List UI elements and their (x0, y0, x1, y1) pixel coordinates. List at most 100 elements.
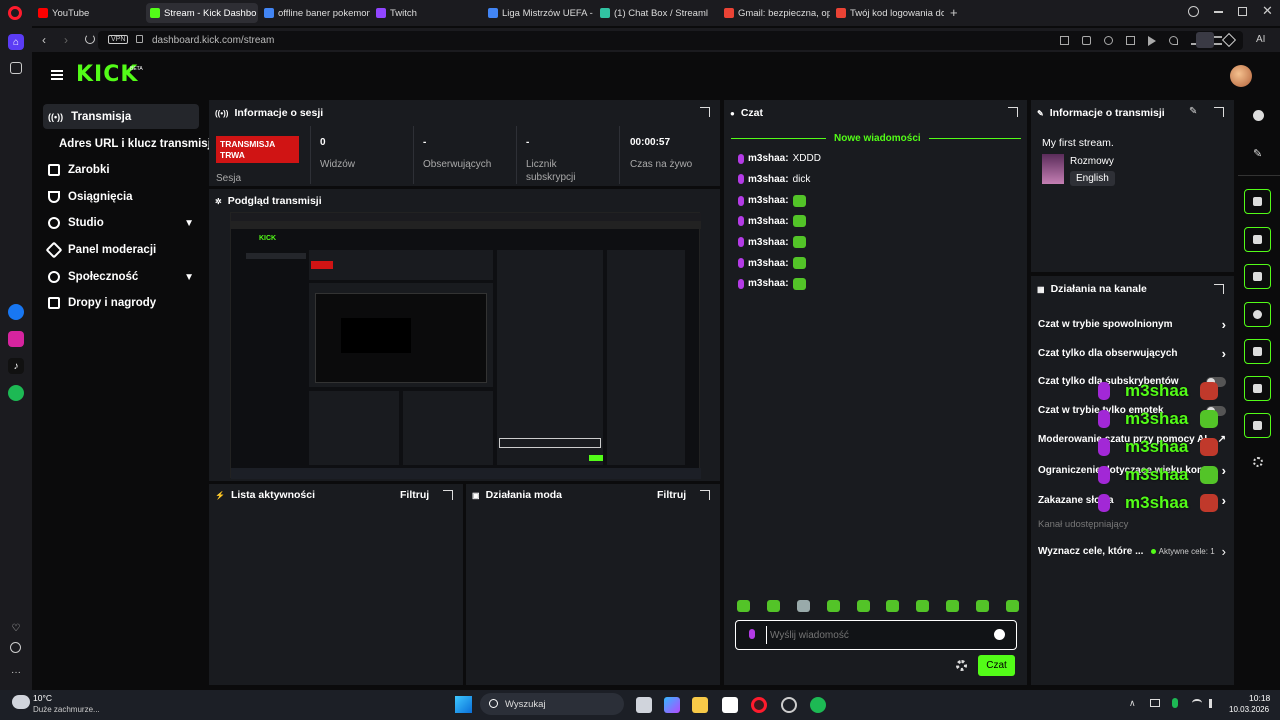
nav-dropy[interactable]: Dropy i nagrody (48, 297, 156, 309)
tool-button-raid[interactable] (1244, 227, 1271, 252)
emote-button[interactable] (737, 600, 750, 612)
tool-button-notes[interactable] (1244, 264, 1271, 289)
spotify-icon[interactable] (8, 385, 24, 401)
tool-button-actions[interactable] (1244, 376, 1271, 401)
tab-twitch[interactable]: Twitch (372, 3, 482, 23)
chat-input[interactable] (766, 626, 986, 644)
emote-button[interactable] (916, 600, 930, 612)
task-view-icon[interactable] (636, 697, 652, 713)
url-text[interactable]: dashboard.kick.com/stream (152, 35, 274, 46)
expand-icon[interactable] (1214, 284, 1224, 294)
emote-button[interactable] (976, 600, 989, 612)
expand-icon[interactable] (443, 490, 453, 500)
hamburger-icon[interactable] (51, 70, 63, 80)
chat-username[interactable]: m3shaa: (748, 153, 789, 164)
chat-message[interactable]: m3shaa: (738, 194, 806, 207)
pen-icon[interactable]: ✎ (1253, 147, 1262, 160)
info-icon[interactable] (1253, 110, 1264, 121)
more-tools-icon[interactable] (1253, 457, 1263, 467)
nav-zarobki[interactable]: Zarobki (48, 164, 110, 176)
copilot-icon[interactable] (664, 697, 680, 713)
tool-button-settings[interactable] (1244, 413, 1271, 438)
chat-username[interactable]: m3shaa: (748, 216, 789, 227)
tray-chevron-icon[interactable]: ∧ (1129, 698, 1136, 709)
chat-message[interactable]: m3shaa: dick (738, 174, 810, 185)
emote-button[interactable] (886, 600, 900, 612)
emote-button[interactable] (796, 600, 810, 612)
tab-youtube[interactable]: YouTube (34, 3, 144, 23)
chat-username[interactable]: m3shaa: (748, 278, 789, 289)
nav-panel-moderacji[interactable]: Panel moderacji (45, 241, 156, 259)
new-tab-button[interactable]: + (950, 5, 958, 20)
instagram-icon[interactable] (8, 331, 24, 347)
chat-message[interactable]: m3shaa: XDDD (738, 153, 821, 164)
expand-icon[interactable] (1008, 107, 1018, 117)
taskbar-search[interactable] (480, 693, 624, 715)
clock-date[interactable]: 10.03.2026 (1229, 705, 1269, 714)
chat-username[interactable]: m3shaa: (748, 195, 789, 206)
expand-icon[interactable] (1214, 107, 1224, 117)
forward-icon[interactable]: › (64, 33, 68, 47)
cube-icon[interactable] (1126, 36, 1135, 45)
chat-username[interactable]: m3shaa: (748, 174, 789, 185)
emote-button[interactable] (946, 600, 960, 612)
chat-send-button[interactable]: Czat (978, 655, 1015, 676)
tab-gmail-2[interactable]: Twój kod logowania do Sp (832, 3, 944, 23)
nav-spolecznosc[interactable]: Społeczność ▼ (48, 271, 194, 283)
chat-message[interactable]: m3shaa: (738, 277, 806, 290)
nav-stream-key[interactable]: Adres URL i klucz transmisji (59, 138, 214, 150)
maximize-button[interactable] (1238, 7, 1247, 16)
windows-start-icon[interactable] (455, 696, 472, 713)
weather-temp[interactable]: 10°C (33, 693, 52, 703)
volume-icon[interactable] (1209, 699, 1219, 708)
tab-uefa[interactable]: Liga Mistrzów UEFA - Szu (484, 3, 594, 23)
tool-button-chat[interactable] (1244, 302, 1271, 327)
mic-tray-icon[interactable] (1172, 698, 1178, 708)
opera-logo-icon[interactable] (8, 6, 22, 20)
back-icon[interactable]: ‹ (42, 33, 46, 47)
wifi-icon[interactable] (1192, 699, 1202, 707)
opera-taskbar-icon[interactable] (751, 697, 767, 713)
heart-outline-icon[interactable] (1169, 36, 1178, 45)
history-icon[interactable] (10, 642, 21, 653)
emote-button[interactable] (766, 600, 780, 612)
search-tabs-icon[interactable] (1188, 6, 1199, 17)
chat-message[interactable]: m3shaa: (738, 257, 806, 269)
tool-button-clip[interactable] (1244, 189, 1271, 214)
settings-icon[interactable] (956, 660, 967, 671)
emote-button[interactable] (826, 600, 840, 612)
shield-icon[interactable] (1104, 36, 1113, 45)
tool-button-broadcast[interactable] (1244, 339, 1271, 364)
network-icon[interactable] (1150, 699, 1160, 707)
spotify-taskbar-icon[interactable] (810, 697, 826, 713)
share-icon[interactable] (1060, 36, 1069, 45)
camera-icon[interactable] (1082, 36, 1091, 45)
extension-icon[interactable] (1196, 32, 1214, 48)
chat-message[interactable]: m3shaa: (738, 215, 806, 228)
expand-icon[interactable] (700, 490, 710, 500)
more-icon[interactable]: ··· (8, 664, 24, 680)
home-icon[interactable]: ⌂ (8, 34, 24, 50)
file-explorer-icon[interactable] (692, 697, 708, 713)
clock-time[interactable]: 10:18 (1249, 693, 1270, 703)
weather-desc[interactable]: Duże zachmurze... (33, 705, 100, 714)
chat-message[interactable]: m3shaa: (738, 236, 806, 249)
emoji-icon[interactable] (994, 629, 1005, 640)
mod-filter-button[interactable]: Filtruj (657, 489, 686, 501)
activity-filter-button[interactable]: Filtruj (400, 489, 429, 501)
emote-button[interactable] (1005, 600, 1019, 612)
tab-gmail[interactable]: Gmail: bezpieczna, oparta (720, 3, 830, 23)
nav-studio[interactable]: Studio ▼ (48, 217, 194, 229)
chat-username[interactable]: m3shaa: (748, 258, 789, 269)
ai-button[interactable]: AI (1256, 34, 1265, 45)
goals-item[interactable]: Wyznacz cele, które ... Aktywne cele: 1 › (1038, 544, 1226, 559)
close-window-button[interactable]: ✕ (1262, 3, 1273, 19)
avatar[interactable] (1230, 65, 1252, 87)
nav-osiagniecia[interactable]: Osiągnięcia (48, 191, 133, 203)
chat-username[interactable]: m3shaa: (748, 237, 789, 248)
followers-only-item[interactable]: Czat tylko dla obserwujących › (1038, 346, 1226, 361)
store-icon[interactable] (722, 697, 738, 713)
tab-offline-banner[interactable]: offline baner pokemon 16 (260, 3, 370, 23)
play-icon[interactable] (1148, 36, 1156, 46)
tab-kick[interactable]: Stream - Kick Dashbo (146, 3, 258, 23)
